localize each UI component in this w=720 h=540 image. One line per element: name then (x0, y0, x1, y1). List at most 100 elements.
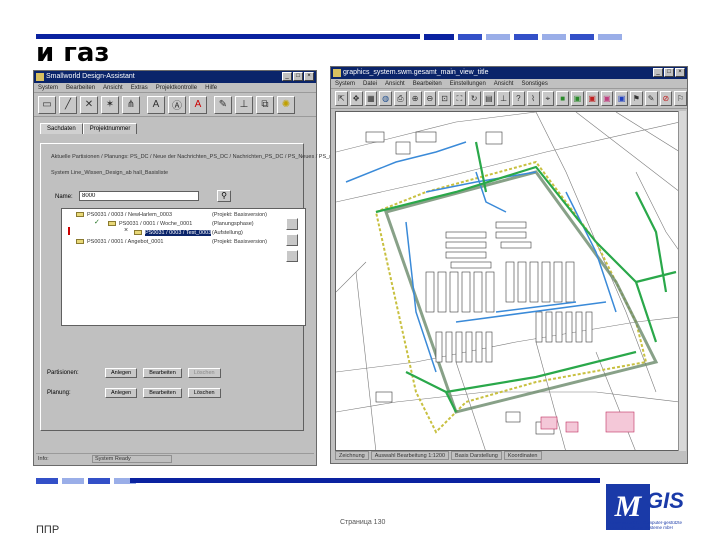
status-field: System Ready (92, 455, 172, 463)
close-button[interactable]: × (675, 68, 685, 77)
partition-edit-button[interactable]: Bearbeiten (143, 368, 182, 378)
menu-edit[interactable]: Bearbeiten (66, 83, 95, 92)
tree-row-selected[interactable]: PS0031 / 0003 / Test_0003 (Aufstellung) (62, 229, 305, 237)
node-tool-icon[interactable]: ✶ (101, 95, 119, 114)
text-red-icon[interactable]: A (189, 95, 207, 114)
planning-edit-button[interactable]: Bearbeiten (143, 388, 182, 398)
select-icon[interactable]: ⇱ (335, 91, 348, 106)
zoom-all-icon[interactable]: ⛶ (453, 91, 466, 106)
measure-icon[interactable]: ⊥ (235, 95, 253, 114)
no-entry-icon[interactable]: ⊘ (659, 91, 673, 106)
menu-system[interactable]: System (38, 83, 58, 92)
menu-other[interactable]: Sonstiges (521, 79, 547, 88)
minimize-button[interactable]: _ (282, 72, 292, 81)
redraw-icon[interactable]: ↻ (467, 91, 481, 106)
graphics-window: graphics_system.swm.gesamt_main_view_tit… (330, 66, 688, 464)
name-input[interactable] (79, 191, 199, 201)
trace-icon[interactable]: ⌇ (526, 91, 540, 106)
search-icon[interactable]: ⚲ (217, 190, 231, 202)
tree-side-buttons (286, 218, 298, 262)
menu-view[interactable]: Ansicht (385, 79, 405, 88)
partition-create-button[interactable]: Anlegen (105, 368, 138, 378)
save-icon[interactable]: ▭ (38, 95, 56, 114)
tab-projektnummer[interactable]: Projektnummer (82, 123, 138, 134)
edit-icon[interactable]: ✎ (644, 91, 658, 106)
print-icon[interactable]: ⎙ (394, 91, 407, 106)
cross-tool-icon[interactable]: ✕ (80, 95, 98, 114)
tree-row[interactable]: PS0031 / 0001 / Woche_0001 (Planungsphas… (62, 220, 305, 228)
partition-label: Partisionen: (47, 370, 79, 376)
folder-icon (76, 239, 84, 245)
status-scale: Auswahl Bearbeitung 1:1200 (370, 451, 450, 460)
footer-decoration (36, 478, 136, 484)
app-icon (36, 73, 44, 81)
zoom-window-icon[interactable]: ⊡ (438, 91, 451, 106)
snap-icon[interactable]: ⌖ (541, 91, 555, 106)
flag-icon[interactable]: ⚑ (630, 91, 643, 106)
zoom-in-icon[interactable]: ⊕ (408, 91, 422, 106)
graphics-titlebar: graphics_system.swm.gesamt_main_view_tit… (331, 67, 687, 79)
status-coordinates: Koordinaten (503, 451, 542, 460)
logo-word: GIS (646, 488, 684, 513)
pencil-icon[interactable]: ✎ (214, 95, 232, 114)
partition-actions: Partisionen: Anlegen Bearbeiten Löschen (47, 368, 221, 378)
title-decoration (424, 34, 622, 40)
layer-green-icon[interactable]: ▣ (571, 91, 584, 106)
help-icon[interactable]: ⚐ (674, 91, 687, 106)
maximize-button[interactable]: □ (664, 68, 674, 77)
grid-icon[interactable]: ▦ (364, 91, 378, 106)
minimize-button[interactable]: _ (653, 68, 663, 77)
map-canvas[interactable] (335, 111, 679, 451)
maximize-button[interactable]: □ (293, 72, 303, 81)
menu-settings[interactable]: Einstellungen (450, 79, 486, 88)
footer-rule (130, 478, 600, 483)
menu-edit[interactable]: Bearbeiten (413, 79, 442, 88)
planning-delete-button[interactable]: Löschen (187, 388, 221, 398)
design-assistant-tabs: Sachdaten Projektnummer (40, 123, 316, 134)
partition-tree[interactable]: PS0031 / 0003 / NewHarlem_0003 (Projekt:… (61, 208, 306, 326)
design-assistant-window: Smallworld Design-Assistant _ □ × System… (33, 70, 341, 466)
layer-red-icon[interactable]: ▣ (585, 91, 599, 106)
layer-blue-icon[interactable]: ▣ (615, 91, 628, 106)
partition-delete-button[interactable]: Löschen (187, 368, 221, 378)
collapse-button[interactable] (286, 234, 298, 246)
planning-label: Planung: (47, 390, 71, 396)
app-icon (333, 69, 341, 77)
copy-icon[interactable]: ⧉ (256, 95, 274, 114)
folder-icon (108, 221, 116, 227)
tab-sachdaten[interactable]: Sachdaten (40, 123, 83, 134)
highlight-icon[interactable]: ■ (556, 91, 569, 106)
graphics-toolbar: ⇱ ✥ ▦ ◍ ⎙ ⊕ ⊖ ⊡ ⛶ ↻ ▤ ⊥ ? ⌇ ⌖ ■ ▣ ▣ ▣ ▣ … (331, 89, 687, 109)
slide-header: и газ (0, 0, 720, 70)
layer-icon[interactable]: ▤ (482, 91, 496, 106)
line-tool-icon[interactable]: ╱ (59, 95, 77, 114)
planning-create-button[interactable]: Anlegen (105, 388, 138, 398)
menu-project[interactable]: Projektkontrolle (156, 83, 197, 92)
pan-icon[interactable]: ✥ (349, 91, 363, 106)
page-number: Страница 130 (340, 519, 386, 526)
menu-view-2[interactable]: Ansicht (494, 79, 514, 88)
measure-icon[interactable]: ⊥ (497, 91, 510, 106)
status-mode: Zeichnung (335, 451, 369, 460)
split-tool-icon[interactable]: ⋔ (122, 95, 140, 114)
zoom-out-icon[interactable]: ⊖ (423, 91, 437, 106)
refresh-button[interactable] (286, 250, 298, 262)
status-label: Info: (38, 456, 49, 462)
tree-row[interactable]: PS0031 / 0001 / Angebot_0001 (Projekt: B… (62, 238, 305, 246)
text-edit-icon[interactable]: Ⓐ (168, 95, 186, 114)
layer-pink-icon[interactable]: ▣ (600, 91, 614, 106)
menu-extras[interactable]: Extras (131, 83, 148, 92)
graphics-title: graphics_system.swm.gesamt_main_view_tit… (343, 69, 489, 76)
text-tool-icon[interactable]: A (147, 95, 165, 114)
menu-view[interactable]: Ansicht (103, 83, 123, 92)
map-scrollbar[interactable] (678, 111, 686, 451)
menu-system[interactable]: System (335, 79, 355, 88)
query-icon[interactable]: ? (512, 91, 525, 106)
menu-help[interactable]: Hilfe (205, 83, 217, 92)
close-button[interactable]: × (304, 72, 314, 81)
map-drawing (336, 112, 678, 450)
globe-icon[interactable]: ◍ (379, 91, 392, 106)
expand-button[interactable] (286, 218, 298, 230)
lightbulb-icon[interactable]: ✺ (277, 95, 295, 114)
menu-file[interactable]: Datei (363, 79, 377, 88)
